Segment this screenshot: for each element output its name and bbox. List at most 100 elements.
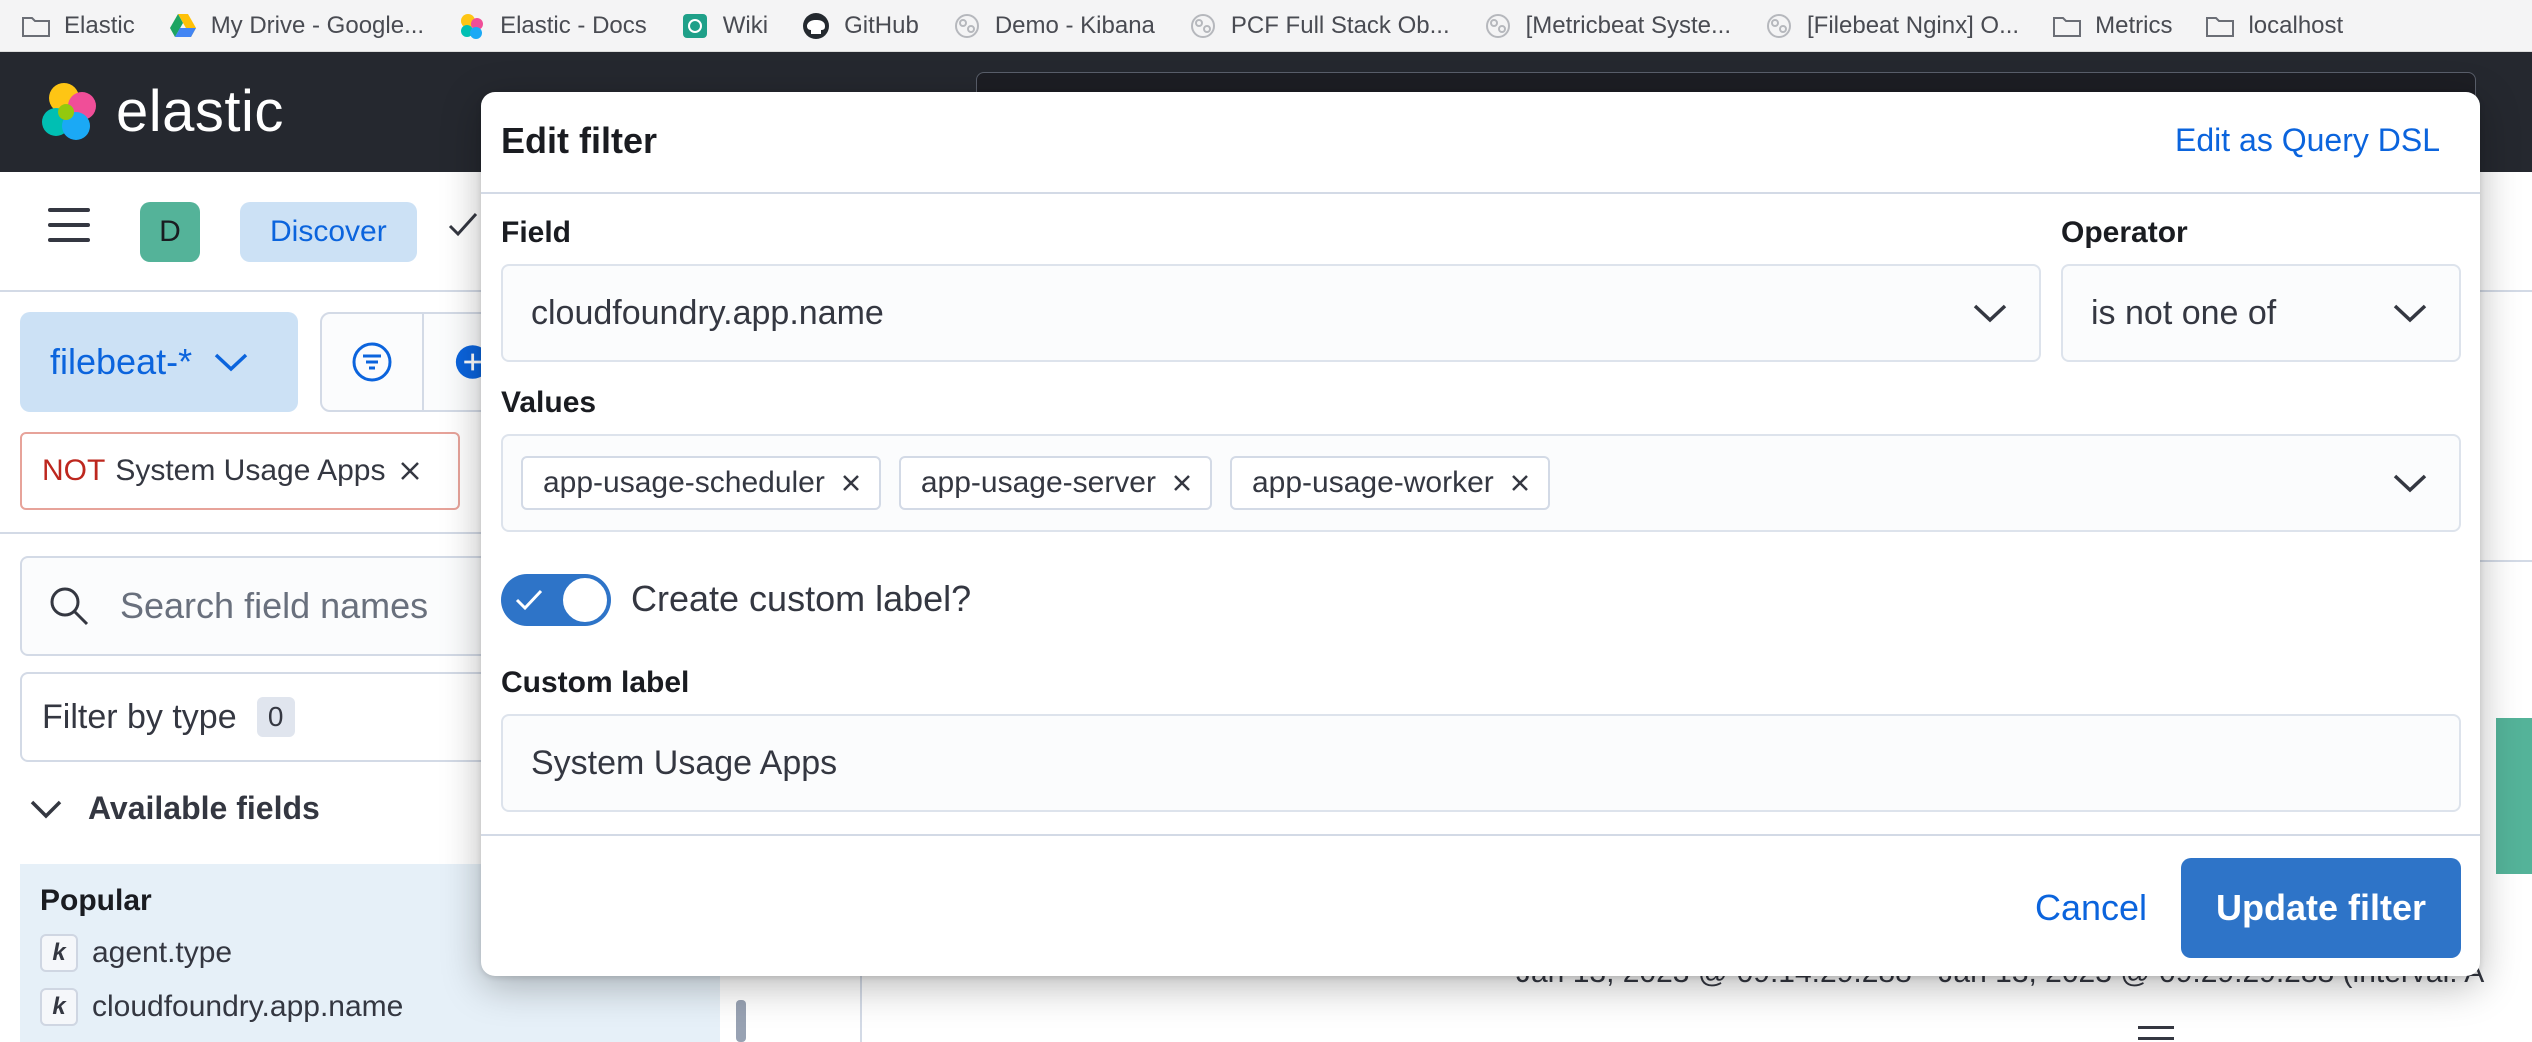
custom-label-label: Custom label xyxy=(501,666,690,699)
bookmark-elastic-docs[interactable]: Elastic - Docs xyxy=(458,12,647,40)
folder-icon xyxy=(2053,12,2082,40)
index-pattern-selector[interactable]: filebeat-* xyxy=(20,312,298,412)
bookmark-label: Wiki xyxy=(722,11,769,39)
kibana-icon xyxy=(1765,12,1793,40)
divider xyxy=(481,192,2480,194)
bookmark-elastic[interactable]: Elastic xyxy=(22,12,135,40)
index-pattern-label: filebeat-* xyxy=(50,341,193,382)
modal-title: Edit filter xyxy=(501,120,658,161)
chevron-down-icon xyxy=(30,800,62,818)
bookmarks-bar: Elastic My Drive - Google... Elastic - D… xyxy=(0,0,2532,52)
add-filter-button[interactable] xyxy=(424,312,484,412)
keyword-type-icon: k xyxy=(40,934,78,972)
breadcrumb-separator-icon xyxy=(448,212,478,237)
search-icon xyxy=(50,587,89,626)
field-combobox[interactable]: cloudfoundry.app.name xyxy=(501,264,2041,362)
close-icon[interactable] xyxy=(841,473,861,493)
kibana-icon xyxy=(1189,12,1217,40)
bookmark-label: My Drive - Google... xyxy=(210,11,425,39)
value-chip-label: app-usage-server xyxy=(920,466,1156,499)
folder-icon xyxy=(22,12,50,40)
elastic-icon xyxy=(458,12,486,40)
filter-by-type-label: Filter by type xyxy=(42,697,237,736)
plus-circle-icon xyxy=(455,345,482,379)
sidebar-scrollbar[interactable] xyxy=(736,1000,746,1042)
bookmark-localhost[interactable]: localhost xyxy=(2206,12,2343,40)
kibana-icon xyxy=(953,12,981,40)
close-icon[interactable] xyxy=(399,460,421,482)
google-drive-icon xyxy=(169,12,197,40)
filter-options-button[interactable] xyxy=(320,312,424,412)
update-filter-button[interactable]: Update filter xyxy=(2181,858,2461,958)
github-icon xyxy=(802,12,830,40)
value-chip[interactable]: app-usage-scheduler xyxy=(521,456,881,510)
kibana-icon xyxy=(1484,12,1512,40)
search-placeholder: Search field names xyxy=(120,585,429,626)
custom-label-switch[interactable] xyxy=(501,574,611,626)
bookmark-pcf[interactable]: PCF Full Stack Ob... xyxy=(1189,12,1450,40)
bookmark-metricbeat[interactable]: [Metricbeat Syste... xyxy=(1484,12,1731,40)
values-combobox[interactable]: app-usage-scheduler app-usage-server app… xyxy=(501,434,2461,532)
close-icon[interactable] xyxy=(1510,473,1530,493)
filter-pill-label: System Usage Apps xyxy=(115,454,386,487)
resize-handle-icon[interactable] xyxy=(2138,1026,2174,1040)
values-label: Values xyxy=(501,386,597,419)
chevron-down-icon xyxy=(214,353,248,372)
wiki-icon xyxy=(681,12,709,40)
space-avatar[interactable]: D xyxy=(140,202,200,262)
value-chip[interactable]: app-usage-server xyxy=(898,456,1212,510)
keyword-type-icon: k xyxy=(40,988,78,1026)
field-name: cloudfoundry.app.name xyxy=(92,990,404,1023)
filter-icon xyxy=(352,342,392,382)
chevron-down-icon xyxy=(2393,304,2427,323)
bookmark-label: [Metricbeat Syste... xyxy=(1525,11,1732,39)
bookmark-label: Elastic xyxy=(64,11,135,39)
close-icon[interactable] xyxy=(1172,473,1192,493)
value-chip-label: app-usage-scheduler xyxy=(543,466,825,499)
available-fields-label: Available fields xyxy=(88,790,320,826)
cancel-button[interactable]: Cancel xyxy=(1981,858,2201,958)
field-item[interactable]: k cloudfoundry.app.name xyxy=(40,980,700,1034)
operator-label: Operator xyxy=(2061,216,2188,249)
bookmark-demo-kibana[interactable]: Demo - Kibana xyxy=(953,12,1155,40)
bookmark-label: localhost xyxy=(2248,11,2344,39)
value-chip-label: app-usage-worker xyxy=(1251,466,1494,499)
chevron-down-icon xyxy=(1973,304,2007,323)
filter-pill[interactable]: NOT System Usage Apps xyxy=(20,432,460,510)
bookmark-my-drive[interactable]: My Drive - Google... xyxy=(169,12,424,40)
check-icon xyxy=(515,589,543,611)
folder-icon xyxy=(2206,12,2235,40)
custom-label-switch-label: Create custom label? xyxy=(631,578,972,619)
bookmark-metrics[interactable]: Metrics xyxy=(2053,12,2172,40)
bookmark-label: GitHub xyxy=(844,11,919,39)
breadcrumb-discover[interactable]: Discover xyxy=(240,202,417,262)
histogram-bar xyxy=(2496,718,2532,874)
bookmark-label: Metrics xyxy=(2095,11,2173,39)
edit-filter-popover: Edit filter Edit as Query DSL Field clou… xyxy=(481,92,2480,976)
bookmark-label: PCF Full Stack Ob... xyxy=(1230,11,1450,39)
chevron-down-icon xyxy=(2393,474,2427,493)
field-value: cloudfoundry.app.name xyxy=(531,293,884,332)
edit-as-query-dsl-link[interactable]: Edit as Query DSL xyxy=(2175,122,2440,159)
value-chip[interactable]: app-usage-worker xyxy=(1229,456,1550,510)
menu-icon[interactable] xyxy=(48,208,90,242)
elastic-logo[interactable]: elastic xyxy=(38,78,284,145)
bookmark-github[interactable]: GitHub xyxy=(802,12,919,40)
available-fields-toggle[interactable]: Available fields xyxy=(30,790,320,827)
bookmark-label: Elastic - Docs xyxy=(500,11,647,39)
operator-value: is not one of xyxy=(2091,293,2277,332)
popover-arrow xyxy=(460,448,482,492)
custom-label-input[interactable]: System Usage Apps xyxy=(501,714,2461,812)
field-name: agent.type xyxy=(92,936,233,969)
divider xyxy=(481,834,2480,836)
bookmark-label: Demo - Kibana xyxy=(994,11,1155,39)
field-label: Field xyxy=(501,216,572,249)
switch-knob xyxy=(561,576,609,624)
bookmark-filebeat[interactable]: [Filebeat Nginx] O... xyxy=(1765,12,2019,40)
elastic-logo-icon xyxy=(42,82,96,140)
bookmark-label: [Filebeat Nginx] O... xyxy=(1807,11,2020,39)
custom-label-value: System Usage Apps xyxy=(531,743,838,782)
filter-negation: NOT xyxy=(42,454,106,487)
bookmark-wiki[interactable]: Wiki xyxy=(681,12,768,40)
operator-combobox[interactable]: is not one of xyxy=(2061,264,2461,362)
